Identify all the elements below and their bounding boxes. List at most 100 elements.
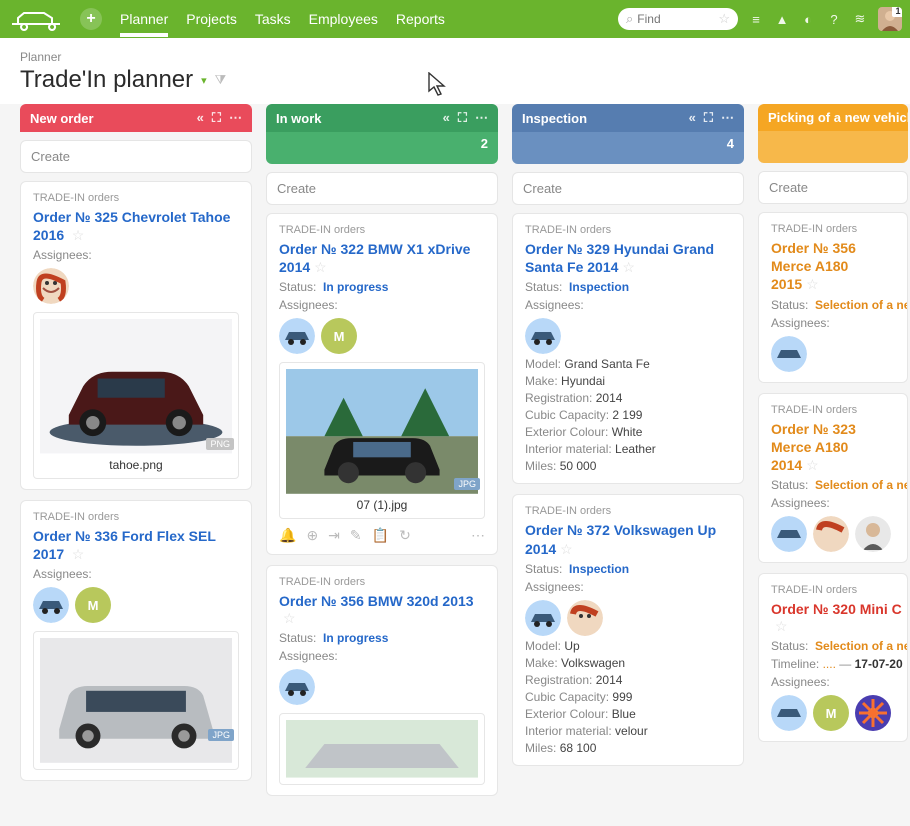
favorite-star-icon[interactable]: ☆ [806,457,819,473]
avatar[interactable] [279,669,315,705]
card-title[interactable]: Order № 320 Mini C [771,601,902,617]
column-menu-icon[interactable]: ⋯ [229,110,242,126]
brand-car-logo[interactable] [8,7,68,31]
create-card-input[interactable]: Create [266,172,498,205]
column-new-order: New order « ⛶ ⋯ Create TRADE-IN orders O… [20,104,252,806]
nav-tab-reports[interactable]: Reports [396,3,445,35]
column-menu-icon[interactable]: ⋯ [475,110,488,126]
card-image-attachment[interactable]: JPG [33,631,239,770]
card-image-attachment[interactable]: PNG tahoe.png [33,312,239,478]
rocket-icon[interactable]: ▲ [774,11,790,27]
avatar[interactable] [771,516,807,552]
assignees-label: Assignees: [33,248,239,262]
move-icon[interactable]: ⇥ [328,527,340,544]
avatar[interactable] [771,336,807,372]
spec-key: Registration: [525,391,592,405]
globe-icon[interactable]: ◐ [800,11,816,27]
avatar[interactable] [279,318,315,354]
card-title[interactable]: Order № 325 Chevrolet Tahoe 2016 [33,209,230,243]
card-order-372[interactable]: TRADE-IN orders Order № 372 Volkswagen U… [512,494,744,765]
avatar[interactable] [813,516,849,552]
favorite-star-icon[interactable]: ☆ [283,610,296,626]
avatar[interactable] [567,600,603,636]
fullscreen-column-icon[interactable]: ⛶ [704,110,713,126]
search-star-icon[interactable]: ☆ [718,11,730,27]
help-icon[interactable]: ? [826,11,842,27]
filter-icon[interactable]: ⧩ [215,72,227,88]
card-category: TRADE-IN orders [525,224,731,236]
avatar[interactable] [525,600,561,636]
favorite-star-icon[interactable]: ☆ [775,618,788,634]
assignees-label: Assignees: [33,567,239,581]
global-search[interactable]: ⌕ ☆ [618,8,738,30]
card-order-322[interactable]: TRADE-IN orders Order № 322 BMW X1 xDriv… [266,213,498,555]
card-more-icon[interactable]: ⋯ [471,527,485,544]
card-image-attachment[interactable] [279,713,485,785]
avatar[interactable] [855,695,891,731]
nav-tab-employees[interactable]: Employees [309,3,378,35]
menu-icon[interactable]: ≡ [748,11,764,27]
avatar[interactable] [771,695,807,731]
user-add-icon[interactable]: ⊕ [306,527,318,544]
card-image-attachment[interactable]: JPG 07 (1).jpg [279,362,485,519]
nav-tab-projects[interactable]: Projects [186,3,237,35]
collapse-column-icon[interactable]: « [689,110,696,126]
column-header[interactable]: Picking of a new vehicl [758,104,908,131]
current-user-avatar[interactable]: 1 [878,7,902,31]
spec-key: Model: [525,357,561,371]
card-title[interactable]: Order № 336 Ford Flex SEL 2017 [33,528,216,562]
breadcrumb[interactable]: Planner [20,50,890,64]
favorite-star-icon[interactable]: ☆ [72,546,85,562]
column-header[interactable]: In work «⛶⋯ [266,104,498,132]
column-header[interactable]: New order « ⛶ ⋯ [20,104,252,132]
avatar[interactable] [33,268,69,304]
page-title: Trade'In planner [20,66,193,94]
collapse-column-icon[interactable]: « [443,110,450,126]
column-header[interactable]: Inspection «⛶⋯ [512,104,744,132]
card-title[interactable]: Order № 356 BMW 320d 2013 [279,593,474,609]
nav-tab-planner[interactable]: Planner [120,3,168,35]
fullscreen-column-icon[interactable]: ⛶ [212,110,221,126]
nav-tab-tasks[interactable]: Tasks [255,3,291,35]
card-title[interactable]: Order № 322 BMW X1 xDrive 2014 [279,241,470,275]
collapse-column-icon[interactable]: « [197,110,204,126]
create-card-input[interactable]: Create [20,140,252,173]
spec-val: Blue [612,707,636,721]
avatar[interactable] [855,516,891,552]
card-title[interactable]: Order № 329 Hyundai Grand Santa Fe 2014 [525,241,714,275]
card-title[interactable]: Order № 372 Volkswagen Up 2014 [525,522,716,556]
spec-key: Make: [525,374,558,388]
main-nav-tabs: Planner Projects Tasks Employees Reports [120,3,445,35]
layers-icon[interactable]: ≋ [852,11,868,27]
card-order-336[interactable]: TRADE-IN orders Order № 336 Ford Flex SE… [20,500,252,781]
card-order-356-merc[interactable]: TRADE-IN orders Order № 356 Merce A180 2… [758,212,908,383]
favorite-star-icon[interactable]: ☆ [806,276,819,292]
edit-icon[interactable]: ✎ [350,527,362,544]
clipboard-icon[interactable]: 📋 [372,527,389,544]
favorite-star-icon[interactable]: ☆ [622,259,635,275]
create-card-input[interactable]: Create [512,172,744,205]
card-category: TRADE-IN orders [525,505,731,517]
search-input[interactable] [637,12,714,26]
repeat-icon[interactable]: ↻ [399,527,411,544]
card-order-356-bmw[interactable]: TRADE-IN orders Order № 356 BMW 320d 201… [266,565,498,796]
avatar[interactable] [525,318,561,354]
avatar[interactable]: M [75,587,111,623]
column-menu-icon[interactable]: ⋯ [721,110,734,126]
new-entity-button[interactable]: + [80,8,102,30]
avatar[interactable]: M [813,695,849,731]
favorite-star-icon[interactable]: ☆ [72,227,85,243]
card-order-325[interactable]: TRADE-IN orders Order № 325 Chevrolet Ta… [20,181,252,490]
avatar[interactable]: M [321,318,357,354]
bell-icon[interactable]: 🔔 [279,527,296,544]
favorite-star-icon[interactable]: ☆ [560,541,573,557]
card-order-320[interactable]: TRADE-IN orders Order № 320 Mini C☆ Stat… [758,573,908,742]
card-order-329[interactable]: TRADE-IN orders Order № 329 Hyundai Gran… [512,213,744,484]
title-dropdown-icon[interactable]: ▾ [201,74,207,87]
create-card-input[interactable]: Create [758,171,908,204]
fullscreen-column-icon[interactable]: ⛶ [458,110,467,126]
search-icon: ⌕ [626,11,633,27]
favorite-star-icon[interactable]: ☆ [314,259,327,275]
avatar[interactable] [33,587,69,623]
card-order-323[interactable]: TRADE-IN orders Order № 323 Merce A180 2… [758,393,908,564]
